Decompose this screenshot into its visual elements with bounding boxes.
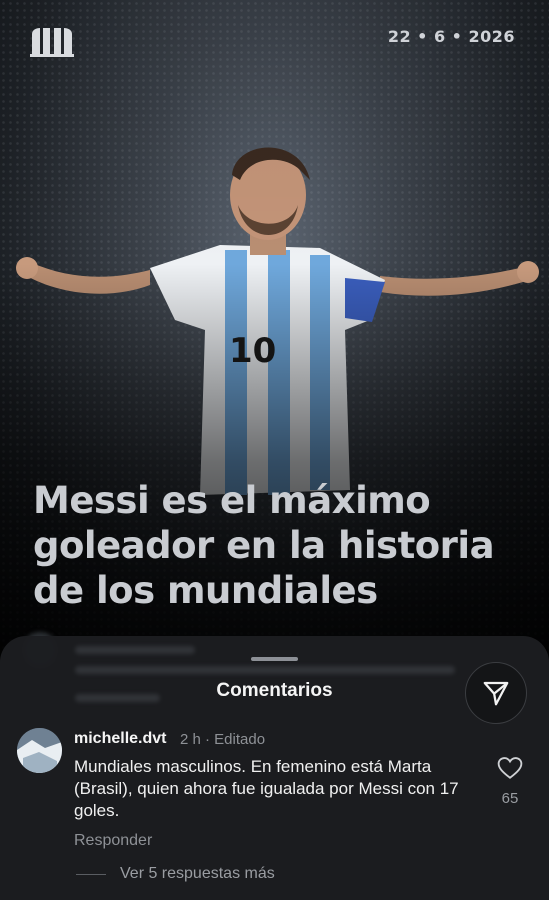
book-logo-icon[interactable] [28, 26, 76, 63]
blurred-text [75, 646, 195, 654]
send-icon [483, 681, 509, 706]
sheet-drag-handle[interactable] [251, 657, 298, 661]
heart-icon[interactable] [497, 756, 523, 785]
reply-button[interactable]: Responder [74, 832, 152, 850]
article-date: 22 • 6 • 2026 [387, 27, 515, 46]
comment-meta: 2 h · Editado [180, 731, 266, 748]
share-button[interactable] [465, 662, 527, 724]
replies-divider [76, 874, 106, 875]
view-more-replies-button[interactable]: Ver 5 respuestas más [120, 865, 275, 883]
like-count: 65 [501, 790, 519, 807]
article-headline[interactable]: Messi es el máximo goleador en la histor… [33, 478, 533, 613]
avatar[interactable] [17, 728, 62, 773]
comment-text: Mundiales masculinos. En femenino está M… [74, 757, 459, 820]
blurred-text [75, 666, 455, 674]
comment-username[interactable]: michelle.dvt [74, 730, 166, 748]
